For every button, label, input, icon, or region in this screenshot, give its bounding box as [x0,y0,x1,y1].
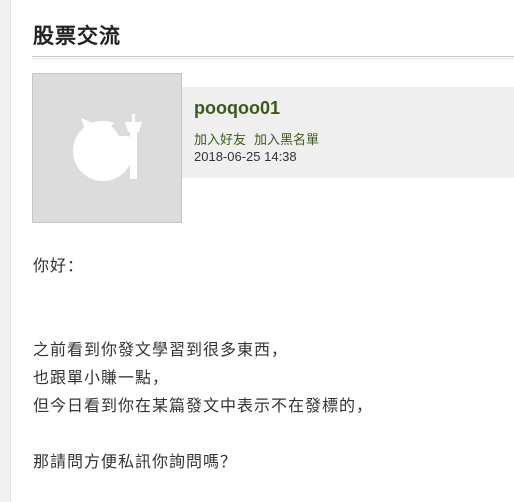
post-line: 你好： [33,256,85,275]
default-avatar-icon [73,114,142,181]
post-line: 那請問方便私訊你詢問嗎？ [33,452,238,471]
header-divider [32,56,514,59]
post-timestamp: 2018-06-25 14:38 [194,149,297,164]
post-content: 你好： 之前看到你發文學習到很多東西， 也跟單小賺一點， 但今日看到你在某篇發文… [33,252,503,476]
add-blacklist-link[interactable]: 加入黑名單 [254,133,319,148]
post-line: 但今日看到你在某篇發文中表示不在發標的， [33,396,374,415]
post-line: 之前看到你發文學習到很多東西， [33,340,289,359]
post-line [33,308,503,336]
page-title: 股票交流 [33,24,121,48]
user-avatar[interactable] [32,73,182,223]
post-line: 也跟單小賺一點， [33,368,170,387]
left-page-border [0,0,11,502]
username[interactable]: pooqoo01 [194,98,280,119]
post-line [33,280,503,308]
user-actions: 加入好友 加入黑名單 [194,129,319,148]
add-friend-link[interactable]: 加入好友 [194,133,246,148]
post-line [33,420,503,448]
